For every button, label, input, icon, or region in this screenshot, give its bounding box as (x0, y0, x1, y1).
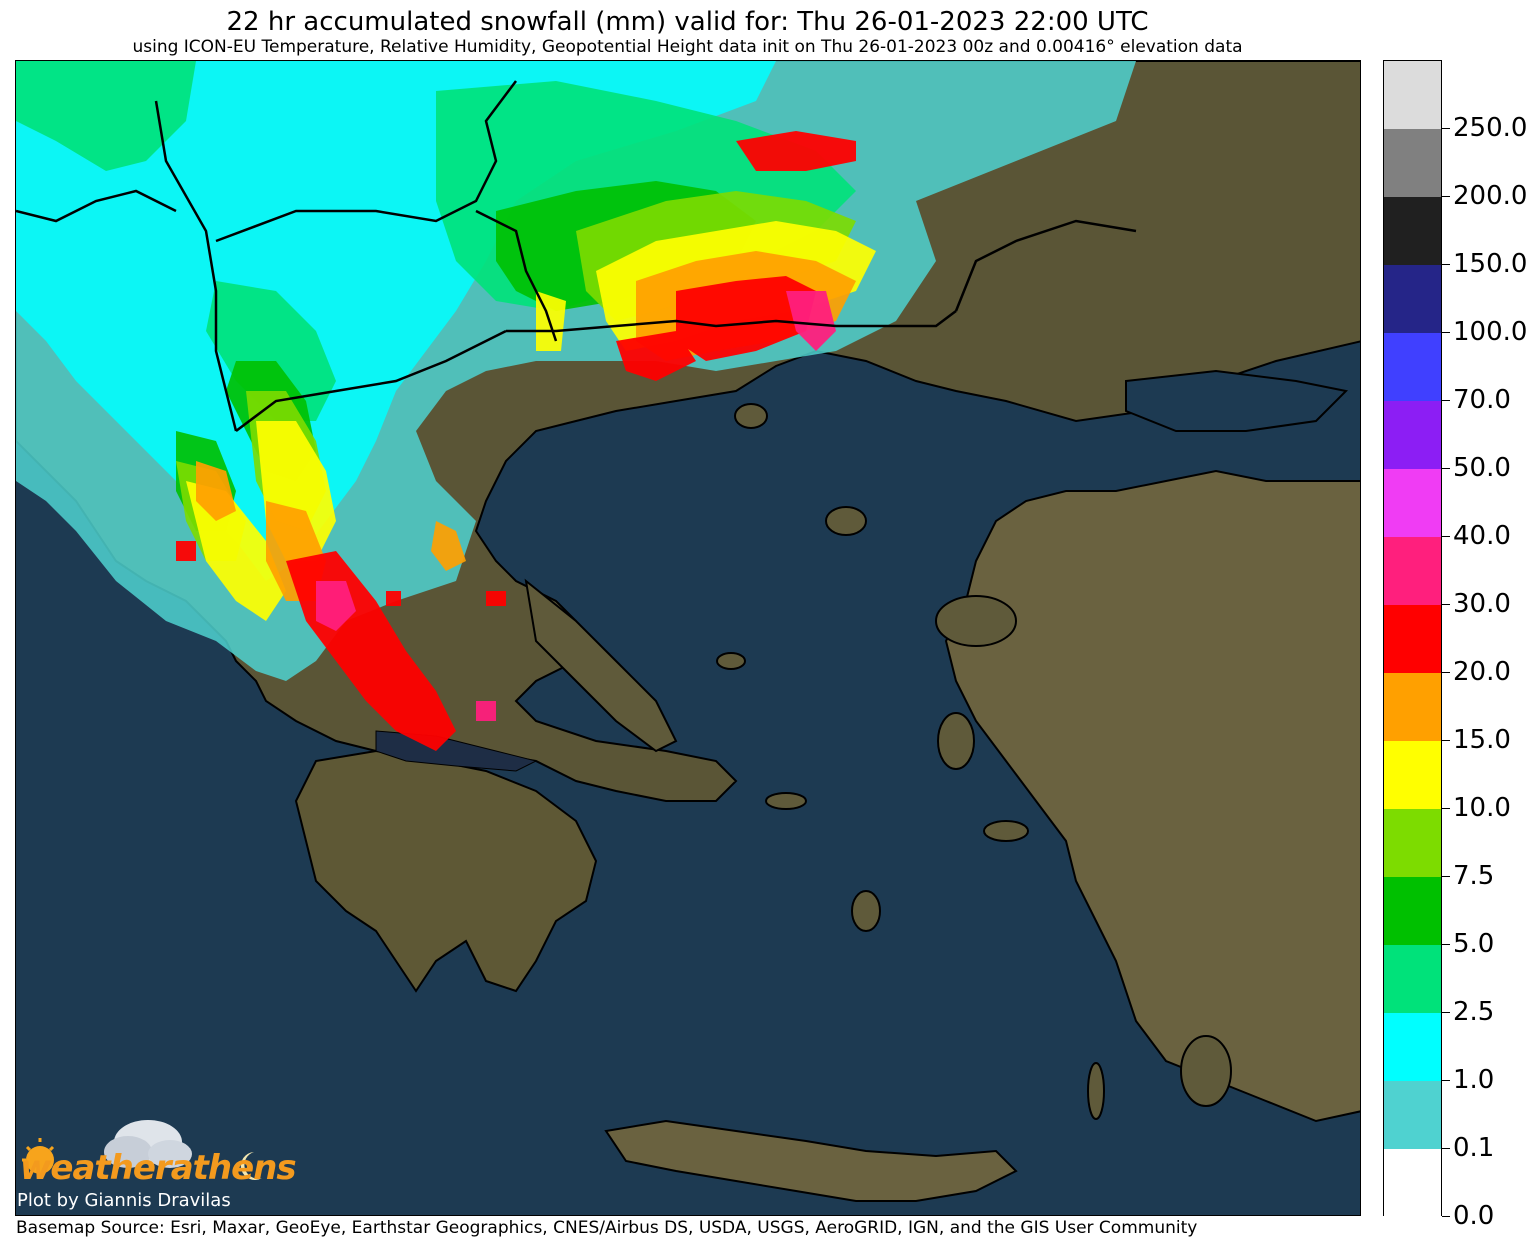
tick-mark (1442, 1147, 1450, 1149)
colorbar-tick: 200.0 (1442, 181, 1527, 211)
island-samos (983, 820, 1029, 842)
tick-mark (1442, 943, 1450, 945)
colorbar-segment (1384, 333, 1441, 401)
colorbar-segment (1384, 877, 1441, 945)
tick-label: 7.5 (1453, 861, 1495, 891)
colorbar-segment (1384, 945, 1441, 1013)
colorbar-ticks: 0.0 0.1 1.0 2.5 5.0 7.5 10.0 15.0 20.0 30.0 40.0 50… (1442, 60, 1540, 1231)
tick-mark (1442, 399, 1450, 401)
tick-mark (1442, 195, 1450, 197)
chart-title: 22 hr accumulated snowfall (mm) valid fo… (226, 7, 1149, 37)
colorbar-tick: 30.0 (1442, 589, 1511, 619)
tick-label: 15.0 (1453, 725, 1511, 755)
colorbar (1383, 60, 1442, 1217)
colorbar-tick: 0.1 (1442, 1133, 1494, 1163)
colorbar-segment (1384, 469, 1441, 537)
colorbar-segment (1384, 197, 1441, 265)
colorbar-tick: 5.0 (1442, 929, 1494, 959)
tick-label: 100.0 (1453, 317, 1528, 347)
colorbar-segment (1384, 673, 1441, 741)
colorbar-segment (1384, 1149, 1441, 1217)
tick-mark (1442, 467, 1450, 469)
tick-label: 2.5 (1453, 997, 1495, 1027)
colorbar-tick: 70.0 (1442, 385, 1511, 415)
colorbar-tick: 100.0 (1442, 317, 1527, 347)
island-skyros (716, 652, 746, 670)
island-andros (765, 792, 807, 810)
tick-mark (1442, 1079, 1450, 1081)
colorbar-tick: 150.0 (1442, 249, 1527, 279)
tick-mark (1442, 127, 1450, 129)
colorbar-tick: 50.0 (1442, 453, 1511, 483)
colorbar-tick: 10.0 (1442, 793, 1511, 823)
colorbar-segment (1384, 265, 1441, 333)
colorbar-segment (1384, 809, 1441, 877)
tick-mark (1442, 1011, 1450, 1013)
tick-label: 70.0 (1453, 385, 1511, 415)
colorbar-segment (1384, 1013, 1441, 1081)
tick-mark (1442, 807, 1450, 809)
colorbar-segment (1384, 605, 1441, 673)
tick-mark (1442, 875, 1450, 877)
tick-label: 1.0 (1453, 1065, 1495, 1095)
island-rhodes (1180, 1035, 1232, 1107)
tick-mark (1442, 603, 1450, 605)
colorbar-tick: 7.5 (1442, 861, 1494, 891)
colorbar-segment (1384, 741, 1441, 809)
plot-credit: Plot by Giannis Dravilas (17, 1190, 231, 1211)
tick-mark (1442, 331, 1450, 333)
colorbar-segment (1384, 401, 1441, 469)
colorbar-segment (1384, 1081, 1441, 1149)
island-karpathos (1087, 1062, 1105, 1120)
island-lemnos (825, 506, 867, 536)
colorbar-segment (1384, 129, 1441, 197)
tick-label: 50.0 (1453, 453, 1511, 483)
colorbar-tick: 15.0 (1442, 725, 1511, 755)
chart-subtitle: using ICON-EU Temperature, Relative Humi… (132, 37, 1243, 57)
island-chios (937, 712, 975, 770)
tick-label: 10.0 (1453, 793, 1511, 823)
colorbar-segment (1384, 61, 1441, 129)
tick-label: 0.0 (1453, 1201, 1495, 1231)
island-thasos (734, 403, 768, 429)
tick-label: 5.0 (1453, 929, 1495, 959)
island-lesvos (935, 595, 1017, 647)
basemap-source: Basemap Source: Esri, Maxar, GeoEye, Ear… (16, 1218, 1198, 1238)
colorbar-tick: 0.0 (1442, 1201, 1494, 1231)
tick-label: 0.1 (1453, 1133, 1495, 1163)
tick-mark (1442, 1215, 1450, 1217)
colorbar-tick: 1.0 (1442, 1065, 1494, 1095)
island-naxos (851, 890, 881, 932)
tick-label: 250.0 (1453, 113, 1528, 143)
tick-mark (1442, 263, 1450, 265)
tick-mark (1442, 535, 1450, 537)
tick-label: 40.0 (1453, 521, 1511, 551)
tick-label: 150.0 (1453, 249, 1528, 279)
colorbar-tick: 40.0 (1442, 521, 1511, 551)
colorbar-tick: 250.0 (1442, 113, 1527, 143)
map-canvas (16, 61, 1360, 1215)
colorbar-tick: 2.5 (1442, 997, 1494, 1027)
tick-mark (1442, 671, 1450, 673)
tick-label: 20.0 (1453, 657, 1511, 687)
logo-text: weatherathens (20, 1148, 297, 1188)
tick-mark (1442, 739, 1450, 741)
tick-label: 200.0 (1453, 181, 1528, 211)
tick-label: 30.0 (1453, 589, 1511, 619)
snowfall-map[interactable] (15, 60, 1361, 1216)
colorbar-segment (1384, 537, 1441, 605)
colorbar-tick: 20.0 (1442, 657, 1511, 687)
